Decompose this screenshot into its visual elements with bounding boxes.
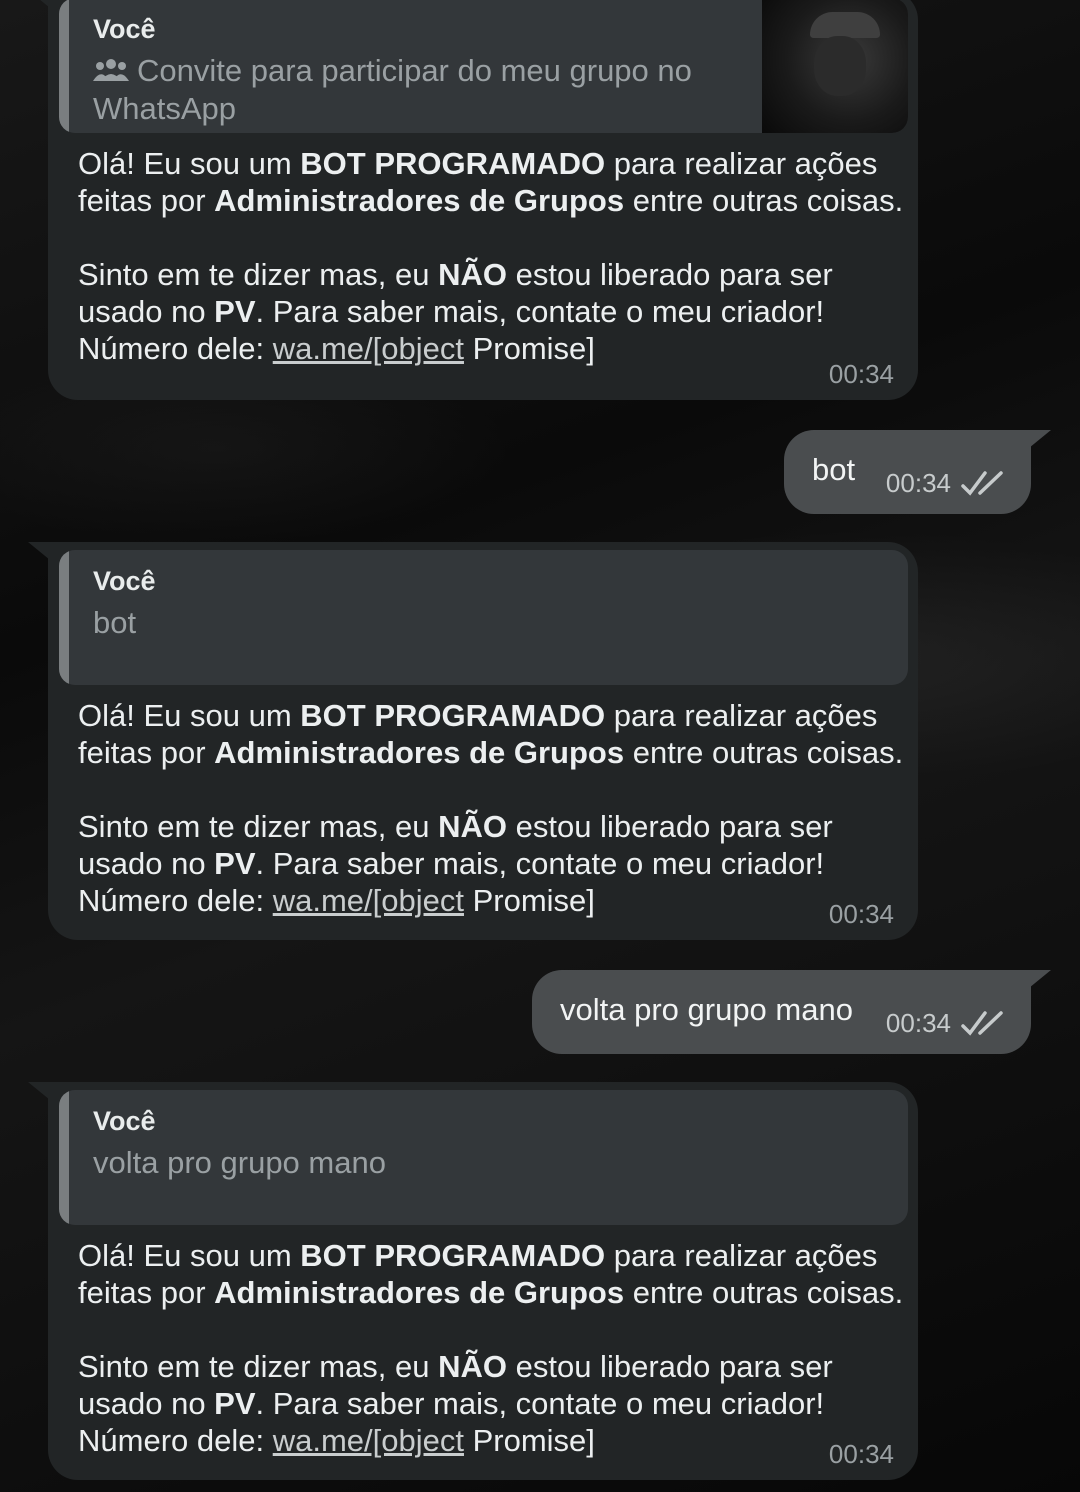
message-text: Olá! Eu sou um BOT PROGRAMADO para reali… xyxy=(78,1238,904,1458)
quote-bar xyxy=(59,0,69,133)
creator-link[interactable]: wa.me/[object xyxy=(273,1423,464,1458)
double-check-icon xyxy=(961,1011,1003,1036)
message-text: Olá! Eu sou um BOT PROGRAMADO para reali… xyxy=(78,698,904,918)
quote-author: Você xyxy=(93,14,156,44)
message-text: volta pro grupo mano xyxy=(560,992,853,1027)
incoming-message[interactable]: Você bot Olá! Eu sou um BOT PROGRAMADO p… xyxy=(28,542,918,940)
quote-text: volta pro grupo mano xyxy=(93,1145,386,1180)
message-time: 00:34 xyxy=(828,359,894,389)
creator-link[interactable]: wa.me/[object xyxy=(273,331,464,366)
bubble-tail xyxy=(1029,970,1051,988)
bubble-tail xyxy=(28,542,50,560)
group-icon xyxy=(93,59,129,81)
incoming-message[interactable]: Você Convite para participar do meu grup… xyxy=(28,0,918,400)
message-time: 00:34 xyxy=(828,899,894,929)
quote-author: Você xyxy=(93,1106,156,1136)
quote-bar xyxy=(59,550,69,685)
quote-text: bot xyxy=(93,605,137,640)
incoming-message[interactable]: Você volta pro grupo mano Olá! Eu sou um… xyxy=(28,1082,918,1480)
bubble-tail xyxy=(1029,430,1051,448)
message-time: 00:34 xyxy=(828,1439,894,1469)
message-time: 00:34 xyxy=(885,468,951,498)
bubble-tail xyxy=(28,1082,50,1100)
quoted-message[interactable]: Você volta pro grupo mano xyxy=(59,1090,908,1225)
quoted-message[interactable]: Você bot xyxy=(59,550,908,685)
message-text: Olá! Eu sou um BOT PROGRAMADO para reali… xyxy=(78,146,904,366)
creator-link[interactable]: wa.me/[object xyxy=(273,883,464,918)
invite-thumbnail[interactable] xyxy=(762,0,908,133)
quote-author: Você xyxy=(93,566,156,596)
double-check-icon xyxy=(961,471,1003,496)
quote-text-container: Convite para participar do meu grupo no … xyxy=(93,52,733,128)
quote-bar xyxy=(59,1090,69,1225)
bubble-tail xyxy=(28,0,50,8)
outgoing-message[interactable]: volta pro grupo mano 00:34 xyxy=(532,970,1051,1054)
thumbnail-cap xyxy=(810,12,880,38)
thumbnail-person xyxy=(814,36,866,96)
quote-text: Convite para participar do meu grupo no … xyxy=(93,53,692,126)
message-text: bot xyxy=(812,452,856,487)
message-meta: 00:34 xyxy=(886,468,1007,499)
outgoing-message[interactable]: bot 00:34 xyxy=(784,430,1051,514)
quoted-message[interactable]: Você Convite para participar do meu grup… xyxy=(59,0,908,133)
message-time: 00:34 xyxy=(885,1008,951,1038)
message-meta: 00:34 xyxy=(886,1008,1007,1039)
